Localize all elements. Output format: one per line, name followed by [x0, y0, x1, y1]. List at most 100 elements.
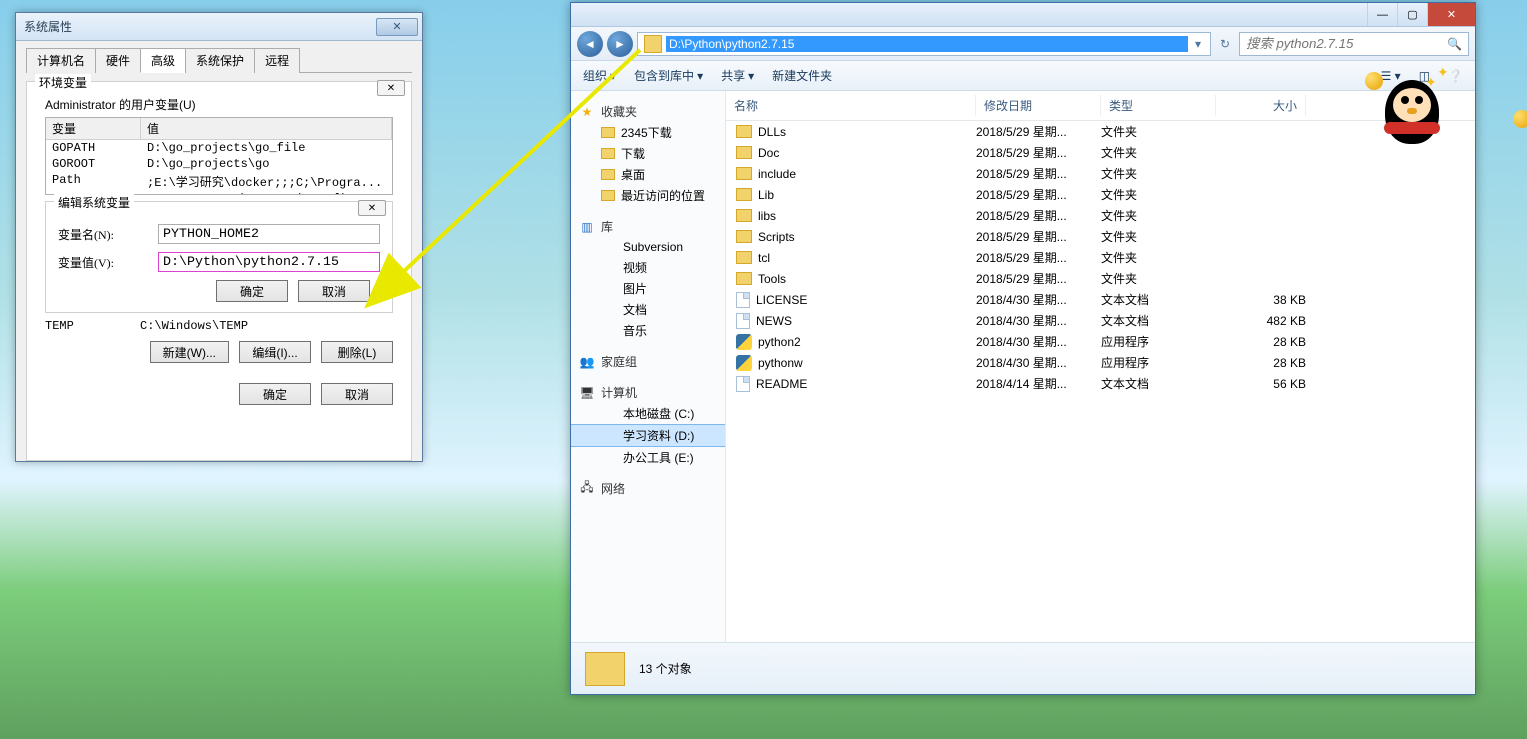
edit-system-var-group: 编辑系统变量 ✕ 变量名(N): 变量值(V): 确定 取消: [45, 201, 393, 313]
close-icon[interactable]: ✕: [358, 200, 386, 216]
sidebar-item[interactable]: 2345下载: [571, 122, 725, 143]
table-row[interactable]: Path;E:\学习研究\docker;;;C;\Progra...: [46, 172, 392, 191]
sidebar-item[interactable]: 文档: [571, 299, 725, 320]
file-list[interactable]: 名称 修改日期 类型 大小 DLLs2018/5/29 星期...文件夹Doc2…: [726, 91, 1475, 642]
include-library-menu[interactable]: 包含到库中 ▾: [634, 67, 703, 84]
tab-2[interactable]: 高级: [140, 48, 186, 73]
qq-penguin-icon[interactable]: ✦ ✦: [1377, 70, 1447, 150]
ok-button[interactable]: 确定: [239, 383, 311, 405]
col-value: 值: [141, 118, 392, 139]
folder-icon: [736, 188, 752, 201]
sidebar-item[interactable]: 办公工具 (E:): [571, 447, 725, 468]
folder-icon: [736, 230, 752, 243]
sidebar-item[interactable]: 桌面: [571, 164, 725, 185]
minimize-icon[interactable]: —: [1367, 3, 1397, 26]
system-var-row: TEMP C:\Windows\TEMP: [45, 319, 393, 333]
list-item[interactable]: Tools2018/5/29 星期...文件夹: [726, 268, 1475, 289]
homegroup-header[interactable]: 👥 家庭组: [571, 351, 725, 372]
list-item[interactable]: pythonw2018/4/30 星期...应用程序28 KB: [726, 352, 1475, 373]
list-item[interactable]: NEWS2018/4/30 星期...文本文档482 KB: [726, 310, 1475, 331]
item-icon: [601, 428, 617, 444]
col-size[interactable]: 大小: [1216, 95, 1306, 116]
favorites-header[interactable]: ★ 收藏夹: [571, 101, 725, 122]
list-item[interactable]: python22018/4/30 星期...应用程序28 KB: [726, 331, 1475, 352]
col-date[interactable]: 修改日期: [976, 95, 1101, 116]
sidebar-item[interactable]: 最近访问的位置: [571, 185, 725, 206]
computer-icon: 🖥: [579, 385, 595, 401]
help-icon[interactable]: ❔: [1448, 69, 1463, 83]
list-item[interactable]: Lib2018/5/29 星期...文件夹: [726, 184, 1475, 205]
file-list-header: 名称 修改日期 类型 大小: [726, 91, 1475, 121]
explorer-sidebar[interactable]: ★ 收藏夹 2345下载下载桌面最近访问的位置 ▥ 库 Subversion视频…: [571, 91, 726, 642]
table-row[interactable]: GOROOTD:\go_projects\go: [46, 156, 392, 172]
sidebar-item[interactable]: 图片: [571, 278, 725, 299]
folder-icon: [736, 251, 752, 264]
list-item[interactable]: Scripts2018/5/29 星期...文件夹: [726, 226, 1475, 247]
explorer-navbar: ◄ ► D:\Python\python2.7.15 ▾ ↻ 🔍: [571, 27, 1475, 61]
homegroup-icon: 👥: [579, 354, 595, 370]
list-item[interactable]: libs2018/5/29 星期...文件夹: [726, 205, 1475, 226]
tab-1[interactable]: 硬件: [95, 48, 141, 73]
folder-icon: [736, 146, 752, 159]
var-name-label: 变量名(N):: [58, 226, 158, 243]
sidebar-item[interactable]: 视频: [571, 257, 725, 278]
maximize-icon[interactable]: ▢: [1397, 3, 1427, 26]
table-row[interactable]: GOPATHD:\go_projects\go_file: [46, 140, 392, 156]
computer-header[interactable]: 🖥 计算机: [571, 382, 725, 403]
sysprops-titlebar: 系统属性 ✕: [16, 13, 422, 41]
refresh-icon[interactable]: ↻: [1215, 37, 1235, 51]
sidebar-item[interactable]: 下载: [571, 143, 725, 164]
item-icon: [601, 450, 617, 466]
cancel-button[interactable]: 取消: [321, 383, 393, 405]
tab-3[interactable]: 系统保护: [185, 48, 255, 73]
item-icon: [601, 323, 617, 339]
libraries-header[interactable]: ▥ 库: [571, 216, 725, 237]
edit-button[interactable]: 编缉(I)...: [239, 341, 311, 363]
tab-4[interactable]: 远程: [254, 48, 300, 73]
user-vars-table[interactable]: 变量 值 GOPATHD:\go_projects\go_fileGOROOTD…: [45, 117, 393, 195]
sysprops-tabs: 计算机名硬件高级系统保护远程: [16, 41, 422, 73]
delete-button[interactable]: 删除(L): [321, 341, 393, 363]
new-button[interactable]: 新建(W)...: [150, 341, 229, 363]
col-type[interactable]: 类型: [1101, 95, 1216, 116]
back-icon[interactable]: ◄: [577, 31, 603, 57]
star-icon: ★: [579, 104, 595, 120]
search-input[interactable]: [1246, 36, 1443, 51]
list-item[interactable]: include2018/5/29 星期...文件夹: [726, 163, 1475, 184]
var-value-input[interactable]: [158, 252, 380, 272]
chevron-down-icon[interactable]: ▾: [1188, 37, 1208, 51]
close-icon[interactable]: ✕: [1427, 3, 1475, 26]
new-folder-button[interactable]: 新建文件夹: [772, 67, 832, 84]
address-bar[interactable]: D:\Python\python2.7.15 ▾: [637, 32, 1211, 56]
tab-0[interactable]: 计算机名: [26, 48, 96, 73]
sidebar-item[interactable]: 音乐: [571, 320, 725, 341]
status-bar: 13 个对象: [571, 642, 1475, 694]
var-name-input[interactable]: [158, 224, 380, 244]
list-item[interactable]: tcl2018/5/29 星期...文件夹: [726, 247, 1475, 268]
py-icon: [736, 334, 752, 350]
share-menu[interactable]: 共享 ▾: [721, 67, 754, 84]
col-name[interactable]: 名称: [726, 95, 976, 116]
search-icon[interactable]: 🔍: [1447, 37, 1462, 51]
sidebar-item[interactable]: 学习资料 (D:): [571, 424, 725, 447]
close-icon[interactable]: ✕: [377, 80, 405, 96]
list-item[interactable]: LICENSE2018/4/30 星期...文本文档38 KB: [726, 289, 1475, 310]
list-item[interactable]: Doc2018/5/29 星期...文件夹: [726, 142, 1475, 163]
organize-menu[interactable]: 组织 ▾: [583, 67, 616, 84]
forward-icon[interactable]: ►: [607, 31, 633, 57]
cancel-button[interactable]: 取消: [298, 280, 370, 302]
txt-icon: [736, 292, 750, 308]
list-item[interactable]: DLLs2018/5/29 星期...文件夹: [726, 121, 1475, 142]
network-header[interactable]: 🖧 网络: [571, 478, 725, 499]
address-text[interactable]: D:\Python\python2.7.15: [666, 36, 1188, 52]
search-box[interactable]: 🔍: [1239, 32, 1469, 56]
ok-button[interactable]: 确定: [216, 280, 288, 302]
sidebar-item[interactable]: 本地磁盘 (C:): [571, 403, 725, 424]
item-icon: [601, 127, 615, 138]
env-group-title: 环境变量: [35, 74, 91, 91]
txt-icon: [736, 376, 750, 392]
list-item[interactable]: README2018/4/14 星期...文本文档56 KB: [726, 373, 1475, 394]
item-icon: [601, 260, 617, 276]
sidebar-item[interactable]: Subversion: [571, 237, 725, 257]
close-icon[interactable]: ✕: [376, 18, 418, 36]
